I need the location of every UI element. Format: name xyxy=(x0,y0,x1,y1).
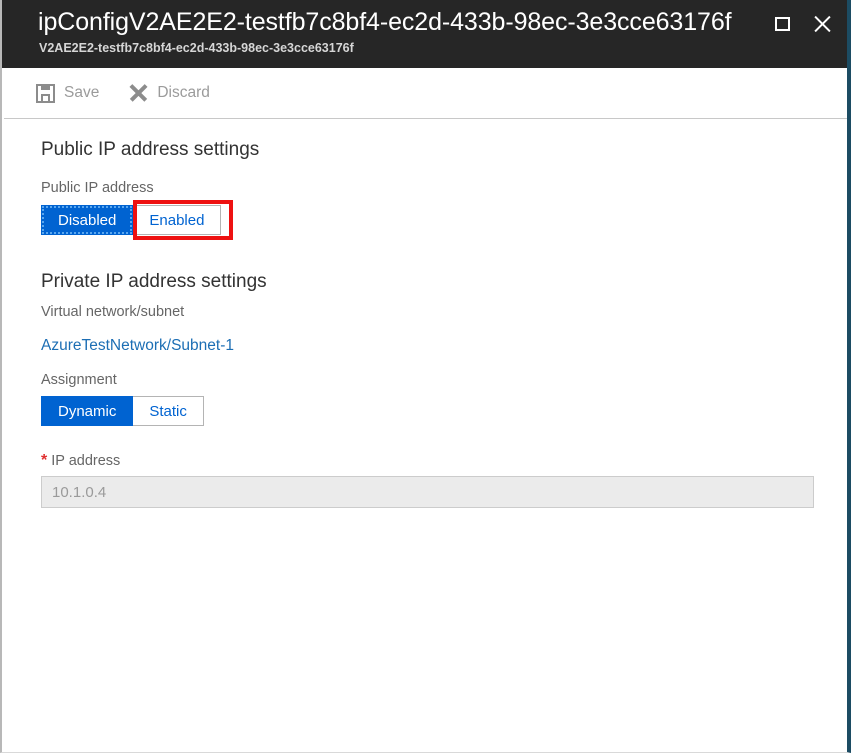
virtual-network-subnet-link[interactable]: AzureTestNetwork/Subnet-1 xyxy=(41,337,234,355)
save-button[interactable]: Save xyxy=(36,83,100,103)
discard-button[interactable]: Discard xyxy=(129,84,210,103)
ip-configuration-blade: ipConfigV2AE2E2-testfb7c8bf4-ec2d-433b-9… xyxy=(0,0,851,753)
public-ip-toggle-group: Disabled Enabled xyxy=(41,200,233,240)
x-cross-icon xyxy=(129,84,148,103)
blade-content: Public IP address settings Public IP add… xyxy=(2,119,847,752)
close-window-icon xyxy=(813,15,831,33)
assignment-option-dynamic[interactable]: Dynamic xyxy=(41,396,134,426)
close-window-button[interactable] xyxy=(805,8,839,40)
assignment-toggle-group: Dynamic Static xyxy=(41,396,204,426)
restore-window-icon xyxy=(774,17,790,31)
assignment-option-static[interactable]: Static xyxy=(133,396,204,426)
ip-address-label-row: * IP address xyxy=(41,452,121,470)
ip-address-input[interactable] xyxy=(41,476,814,508)
floppy-disk-icon xyxy=(36,83,55,103)
blade-title-bar: ipConfigV2AE2E2-testfb7c8bf4-ec2d-433b-9… xyxy=(2,0,847,68)
private-ip-section-heading: Private IP address settings xyxy=(41,271,267,292)
page-subtitle: V2AE2E2-testfb7c8bf4-ec2d-433b-98ec-3e3c… xyxy=(39,41,354,55)
page-title: ipConfigV2AE2E2-testfb7c8bf4-ec2d-433b-9… xyxy=(38,8,732,36)
restore-window-button[interactable] xyxy=(765,8,799,40)
public-ip-field-label: Public IP address xyxy=(41,180,154,196)
public-ip-section-heading: Public IP address settings xyxy=(41,139,260,160)
ip-address-label: IP address xyxy=(51,453,121,469)
discard-button-label: Discard xyxy=(157,84,210,101)
public-ip-option-enabled[interactable]: Enabled xyxy=(133,205,222,235)
public-ip-option-disabled[interactable]: Disabled xyxy=(41,205,134,235)
assignment-label: Assignment xyxy=(41,372,117,388)
required-field-marker: * xyxy=(41,452,48,469)
window-controls xyxy=(765,8,839,40)
virtual-network-subnet-label: Virtual network/subnet xyxy=(41,304,185,320)
command-toolbar: Save Discard xyxy=(2,68,847,118)
save-button-label: Save xyxy=(64,84,100,101)
